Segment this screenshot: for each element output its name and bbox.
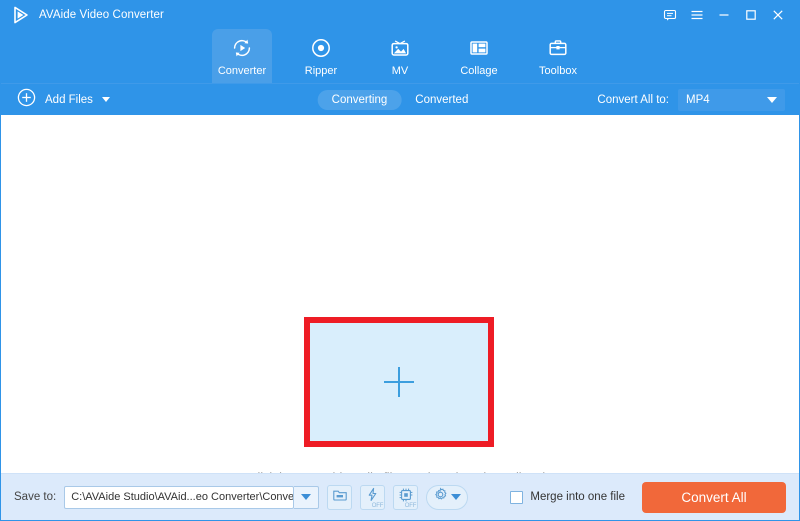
add-media-dropzone[interactable] bbox=[304, 317, 494, 447]
maximize-icon[interactable] bbox=[737, 2, 764, 28]
app-logo-icon bbox=[10, 4, 32, 26]
disc-icon bbox=[309, 35, 333, 61]
tab-ripper-label: Ripper bbox=[304, 65, 338, 77]
add-files-button[interactable]: Add Files bbox=[17, 88, 110, 112]
minimize-icon[interactable] bbox=[710, 2, 737, 28]
window-controls bbox=[656, 1, 791, 29]
high-speed-conversion-button[interactable]: OFF bbox=[360, 484, 386, 510]
tab-collage-label: Collage bbox=[460, 65, 498, 77]
folder-icon bbox=[332, 487, 348, 508]
chevron-down-icon bbox=[301, 494, 312, 500]
tab-collage[interactable]: Collage bbox=[449, 29, 509, 83]
title-bar: AVAide Video Converter bbox=[1, 1, 799, 29]
merge-into-one-file-label: Merge into one file bbox=[530, 491, 625, 503]
open-folder-button[interactable] bbox=[327, 484, 353, 510]
convert-all-button[interactable]: Convert All bbox=[642, 481, 786, 513]
save-path-input[interactable]: C:\AVAide Studio\AVAid...eo Converter\Co… bbox=[64, 485, 295, 509]
high-speed-state-label: OFF bbox=[371, 502, 384, 509]
format-select-value: MP4 bbox=[686, 93, 710, 106]
format-select[interactable]: MP4 bbox=[678, 88, 785, 111]
grid-layout-icon bbox=[467, 35, 491, 61]
tab-toolbox-label: Toolbox bbox=[539, 65, 577, 77]
chevron-down-icon bbox=[451, 494, 462, 500]
convert-all-to-label: Convert All to: bbox=[597, 93, 669, 106]
tab-converter-label: Converter bbox=[217, 65, 267, 77]
app-window: AVAide Video Converter Converter Ripper … bbox=[0, 0, 800, 521]
add-files-label: Add Files bbox=[45, 93, 93, 106]
hardware-acceleration-state-label: OFF bbox=[404, 502, 417, 509]
main-nav: Converter Ripper MV Collage Toolbox bbox=[1, 27, 799, 83]
tab-toolbox[interactable]: Toolbox bbox=[528, 29, 588, 83]
toolbar: Add Files Converting Converted Convert A… bbox=[1, 83, 799, 115]
preferences-button[interactable] bbox=[426, 484, 469, 510]
merge-into-one-file-checkbox[interactable]: Merge into one file bbox=[510, 490, 625, 504]
save-path-dropdown-button[interactable] bbox=[294, 485, 320, 509]
bottom-bar: Save to: C:\AVAide Studio\AVAid...eo Con… bbox=[1, 473, 799, 520]
tab-converted[interactable]: Converted bbox=[401, 90, 482, 110]
tab-converting[interactable]: Converting bbox=[317, 89, 402, 110]
chevron-down-icon[interactable] bbox=[101, 97, 110, 102]
feedback-icon[interactable] bbox=[656, 2, 683, 28]
header: AVAide Video Converter Converter Ripper … bbox=[1, 1, 799, 83]
main-content: Click here to add media files or drag th… bbox=[1, 115, 799, 485]
gear-icon bbox=[433, 487, 448, 507]
app-title: AVAide Video Converter bbox=[39, 9, 164, 21]
hardware-acceleration-button[interactable]: OFF bbox=[393, 484, 419, 510]
chevron-down-icon bbox=[767, 96, 777, 103]
bottom-actions: Merge into one file Convert All bbox=[510, 481, 786, 513]
tab-mv-label: MV bbox=[391, 65, 409, 77]
menu-icon[interactable] bbox=[683, 2, 710, 28]
tab-ripper[interactable]: Ripper bbox=[291, 29, 351, 83]
status-filter-group: Converting Converted bbox=[317, 89, 483, 110]
plus-icon bbox=[382, 365, 416, 399]
tab-converter[interactable]: Converter bbox=[212, 29, 272, 83]
convert-arrows-icon bbox=[230, 35, 254, 61]
circle-plus-icon bbox=[17, 88, 36, 112]
checkbox-box bbox=[510, 490, 524, 504]
toolbox-icon bbox=[546, 35, 570, 61]
close-icon[interactable] bbox=[764, 2, 791, 28]
tab-mv[interactable]: MV bbox=[370, 29, 430, 83]
convert-all-to-group: Convert All to: MP4 bbox=[597, 88, 785, 111]
save-to-label: Save to: bbox=[14, 491, 57, 503]
tv-photo-icon bbox=[388, 35, 412, 61]
